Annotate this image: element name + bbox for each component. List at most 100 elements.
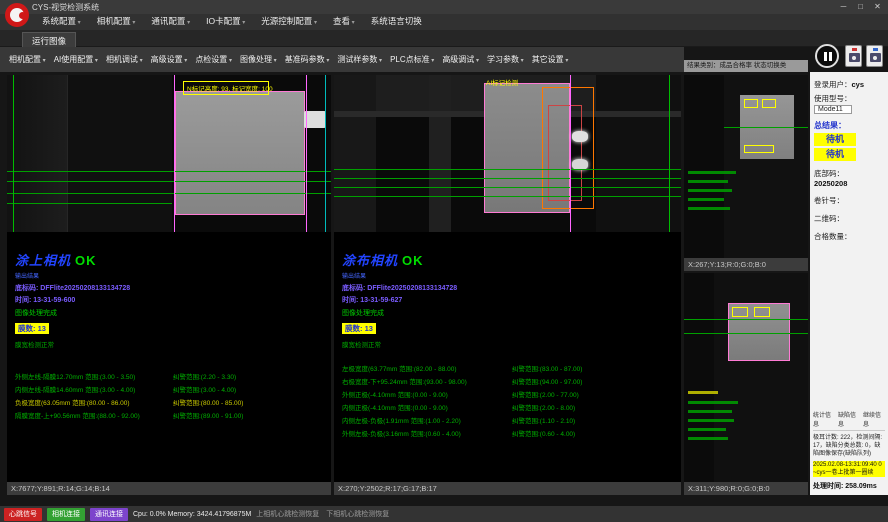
- warn-range: 纠警范围:(80.00 - 85.00): [173, 397, 243, 410]
- timestamp-text: 时间: 13-31-59-600: [15, 295, 329, 305]
- cpu-memory-text: Cpu: 0.0% Memory: 3424.41796875M: [133, 511, 251, 518]
- ok-status: OK: [75, 253, 97, 268]
- statistics-block: 统计信息 缺陷信息 继续信息 极耳计数: 222，检测间隔: 17，缺陷分类总数…: [813, 410, 885, 491]
- warn-range: 纠警范围:(2.00 - 8.00): [512, 402, 575, 415]
- tool-camera-config[interactable]: 相机配置: [5, 51, 50, 68]
- qr-code-field: 二维码：: [814, 213, 884, 224]
- film-count-badge: 膜数: 13: [342, 323, 376, 334]
- process-status-text: 图像处理完成: [342, 308, 679, 318]
- warn-range: 纠警范围:(2.20 - 3.30): [173, 371, 236, 384]
- menu-item-light-config[interactable]: 光源控制配置: [253, 13, 325, 31]
- camera-view-left[interactable]: N标记高度: 93, 标记宽度: 100 涂上相机OK 输出结果 底标码: DF…: [7, 75, 331, 495]
- guide-line: [7, 171, 331, 172]
- measure-row: 外侧左极-负极(3.16mm 范围:(0.60 - 4.00)纠警范围:(0.6…: [342, 428, 679, 441]
- upper-camera-button[interactable]: [845, 45, 862, 67]
- timestamp-text: 时间: 13-31-59-627: [342, 295, 679, 305]
- warn-range: 纠警范围:(83.00 - 87.00): [512, 363, 582, 376]
- stats-summary-text: 极耳计数: 222，检测间隔: 17，缺陷分类总数: 0，缺陷图像保存(缺陷队列…: [813, 434, 885, 458]
- tool-other-settings[interactable]: 其它设置: [528, 51, 573, 68]
- measure-row: 右极宽度-下+95.24mm 范围:(93.00 - 98.00)纠警范围:(9…: [342, 376, 679, 389]
- menu-item-language-switch[interactable]: 系统语言切换: [363, 13, 430, 31]
- edge-line: [306, 75, 307, 232]
- measure-value: 隔膜宽度-上+90.56mm 范围:(88.00 - 92.00): [15, 410, 173, 423]
- menu-item-system-config[interactable]: 系统配置: [34, 13, 89, 31]
- result-text-lines: [688, 419, 734, 422]
- pass-count-field: 合格数量：: [814, 231, 884, 242]
- film-note-text: 膜宽检测正常: [342, 339, 679, 349]
- result-badge: 待机: [814, 133, 856, 146]
- measure-row: 隔膜宽度-上+90.56mm 范围:(88.00 - 92.00)纠警范围:(8…: [15, 410, 329, 423]
- tool-advanced-settings[interactable]: 高级设置: [147, 51, 192, 68]
- lower-camera-button[interactable]: [866, 45, 883, 67]
- heartbeat-log-text: 上相机心跳检测恢复 下相机心跳检测恢复: [256, 509, 389, 519]
- tab-defects[interactable]: 缺陷信息: [838, 410, 860, 428]
- ok-status: OK: [402, 253, 424, 268]
- tool-image-process[interactable]: 图像处理: [236, 51, 281, 68]
- tool-learning-params[interactable]: 学习参数: [483, 51, 528, 68]
- camera-lens-icon: [852, 56, 856, 60]
- marker-roi-box: [754, 307, 770, 317]
- tool-benchmark-params[interactable]: 基准码参数: [281, 51, 334, 68]
- pixel-coord-readout-thumb-bottom: X:311;Y:980;R:0;G:0;B:0: [684, 482, 808, 495]
- tab-connector-shape: [304, 111, 326, 128]
- tool-spot-check[interactable]: 点检设置: [191, 51, 236, 68]
- tool-ai-config[interactable]: AI使用配置: [50, 51, 102, 68]
- guide-line: [7, 203, 172, 204]
- result-text-lines: [688, 401, 738, 404]
- measure-value: 内侧正极(-4.10mm 范围:(0.00 - 9.00): [342, 402, 512, 415]
- close-icon[interactable]: ✕: [869, 0, 886, 13]
- result-block-left: 涂上相机OK 输出结果 底标码: DFFlite2025020813313472…: [15, 250, 329, 423]
- measure-row: 内侧左极-负极(1.91mm 范围:(1.00 - 2.20)纠警范围:(1.1…: [342, 415, 679, 428]
- edge-line: [174, 75, 175, 232]
- pixel-coord-readout-left: X:7677;Y:891;R:14;G:14;B:14: [7, 482, 331, 495]
- tab-statistics[interactable]: 统计信息: [813, 410, 835, 428]
- machine-shadow-shape: [7, 75, 67, 232]
- thumbnail-view-bottom[interactable]: X:311;Y:980;R:0;G:0;B:0: [684, 273, 808, 495]
- process-status-text: 图像处理完成: [15, 308, 329, 318]
- tab-continue[interactable]: 继续信息: [863, 410, 885, 428]
- measure-value: 左极宽度(63.77mm 范围:(82.00 - 88.00): [342, 363, 512, 376]
- total-result-label: 总结果：: [814, 120, 884, 131]
- result-type-strip: 结果类别：成品合格率 状态切换类: [684, 60, 808, 72]
- result-badge: 待机: [814, 148, 856, 161]
- menu-item-camera-config[interactable]: 相机配置: [89, 13, 144, 31]
- tool-test-params[interactable]: 测试样参数: [333, 51, 386, 68]
- edge-line: [13, 75, 14, 232]
- tool-advanced-debug[interactable]: 高级调试: [438, 51, 483, 68]
- field-value: 20250208: [814, 179, 847, 188]
- barcode-text: 底标码: DFFlite20250208133134728: [15, 283, 329, 293]
- thumbnail-view-top[interactable]: X:267;Y:13;R:0;G:0;B:0: [684, 75, 808, 271]
- result-text-lines: [688, 410, 732, 413]
- marker-roi-box: [744, 145, 774, 153]
- result-text-lines: [688, 391, 718, 394]
- camera-connection-badge: 相机连接: [47, 508, 85, 521]
- maximize-icon[interactable]: □: [852, 0, 869, 13]
- measure-value: 外侧左极-负极(3.16mm 范围:(0.60 - 4.00): [342, 428, 512, 441]
- measure-row: 左极宽度(63.77mm 范围:(82.00 - 88.00)纠警范围:(83.…: [342, 363, 679, 376]
- tool-plc-standard[interactable]: PLC点标准: [386, 51, 438, 68]
- menu-item-view[interactable]: 查看: [325, 13, 363, 31]
- edge-line: [669, 75, 670, 232]
- tool-camera-debug[interactable]: 相机调试: [102, 51, 147, 68]
- measure-row: 外侧正极(-4.10mm 范围:(0.00 - 9.00)纠警范围:(2.00 …: [342, 389, 679, 402]
- guide-line: [334, 178, 681, 179]
- login-user-row: 登录用户：cys: [814, 79, 884, 90]
- barcode-text: 底标码: DFFlite20250208133134728: [342, 283, 679, 293]
- guide-line: [684, 319, 808, 320]
- camera-image-left: N标记高度: 93, 标记宽度: 100: [7, 75, 331, 232]
- field-label: 二维码：: [814, 214, 844, 223]
- result-text-lines: [688, 171, 736, 174]
- app-logo-icon: [5, 3, 29, 27]
- menu-item-comm-config[interactable]: 通讯配置: [143, 13, 198, 31]
- model-label: 使用型号：: [814, 94, 852, 103]
- marker-roi-box: [732, 307, 748, 317]
- camera-view-right[interactable]: AI标记检测 涂布相机OK 输出结果 底标码: DFFlite202502081…: [334, 75, 681, 495]
- winding-pin-field: 卷针号：: [814, 195, 884, 206]
- process-time-text: 处理时间: 258.09ms: [813, 481, 885, 491]
- model-select[interactable]: Mode11: [814, 105, 852, 114]
- film-count-badge: 膜数: 13: [15, 323, 49, 334]
- menu-item-io-config[interactable]: IO卡配置: [198, 13, 253, 31]
- pause-button[interactable]: [815, 44, 839, 68]
- toolbar: 相机配置 AI使用配置 相机调试 高级设置 点检设置 图像处理 基准码参数 测试…: [0, 47, 684, 72]
- minimize-icon[interactable]: ─: [835, 0, 852, 13]
